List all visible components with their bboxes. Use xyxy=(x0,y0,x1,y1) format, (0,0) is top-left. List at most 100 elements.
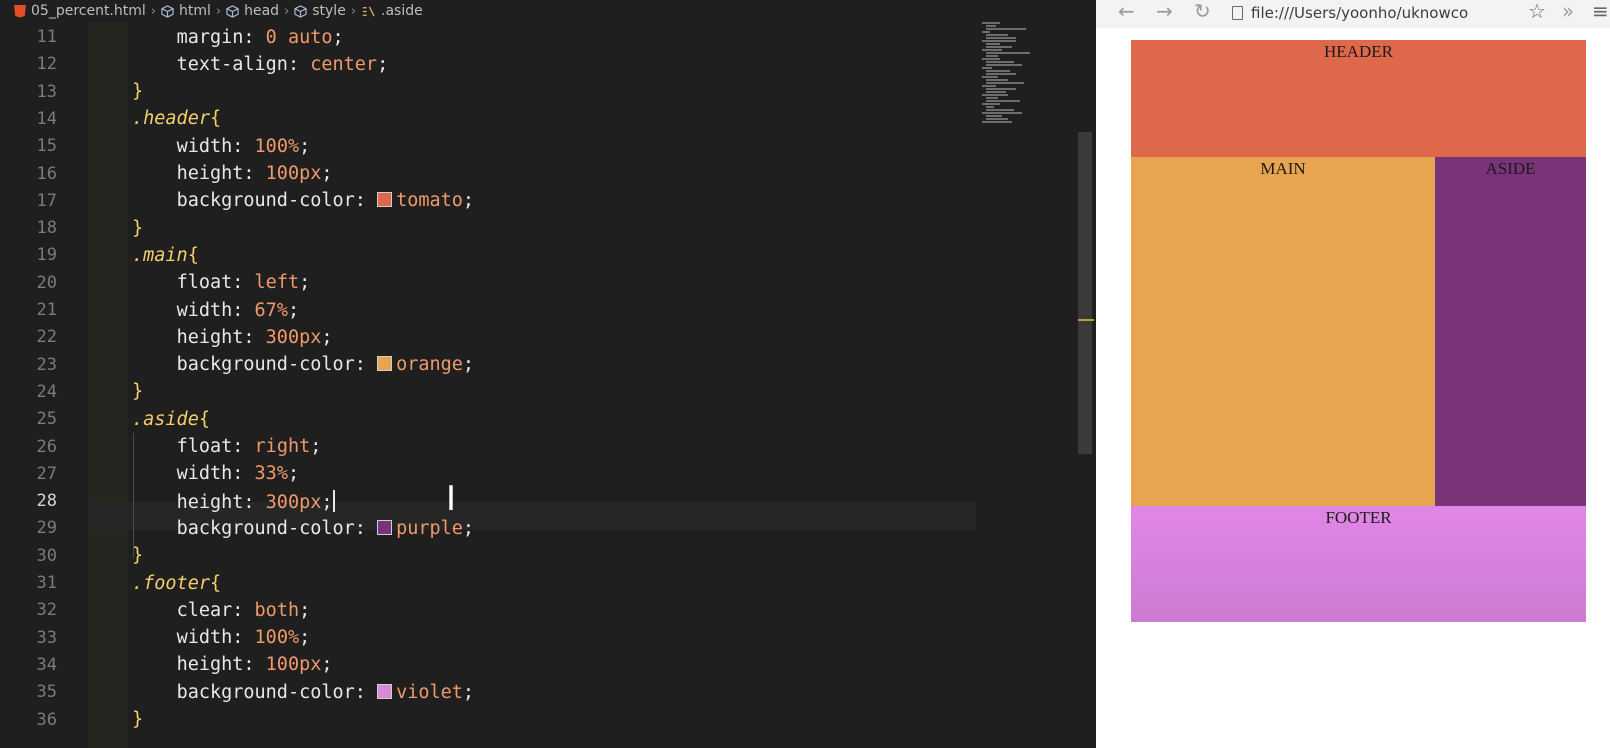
minimap-line xyxy=(986,70,1010,72)
code-line[interactable]: 15 width: 100%; xyxy=(0,132,980,160)
color-swatch-icon[interactable] xyxy=(377,519,393,535)
menu-icon[interactable]: ≡ xyxy=(1592,0,1609,22)
code-text: text-align: center; xyxy=(132,53,389,75)
code-line[interactable]: 19 .main{ xyxy=(0,241,980,269)
code-text: float: right; xyxy=(132,436,322,457)
line-number: 36 xyxy=(36,709,57,730)
code-token: : xyxy=(232,299,255,321)
code-text: .header{ xyxy=(132,108,221,129)
star-icon[interactable]: ☆ xyxy=(1528,0,1546,22)
code-token: : xyxy=(354,354,378,376)
code-line[interactable]: 13} xyxy=(0,78,980,106)
minimap-line xyxy=(986,37,1016,39)
code-token: right xyxy=(254,436,311,457)
ibeam-cursor-icon: I xyxy=(446,479,457,519)
code-line[interactable]: 27 width: 33%; xyxy=(0,460,980,488)
code-token: ; xyxy=(321,491,333,513)
color-swatch-icon[interactable] xyxy=(377,356,393,372)
code-line[interactable]: 20 float: left; xyxy=(0,269,980,297)
code-token: float xyxy=(176,436,233,457)
code-token: ; xyxy=(462,190,475,212)
code-token: } xyxy=(132,709,144,730)
line-number: 20 xyxy=(36,272,57,293)
code-token: ; xyxy=(321,326,333,348)
color-swatch-icon[interactable] xyxy=(377,192,393,208)
chevrons-icon[interactable]: » xyxy=(1562,0,1574,22)
minimap[interactable] xyxy=(982,22,1082,142)
code-line[interactable]: 21 width: 67%; xyxy=(0,296,980,324)
code-editor[interactable]: 05_percent.html › html › head › style › … xyxy=(0,0,1096,748)
code-line[interactable]: 12 text-align: center; xyxy=(0,50,980,78)
code-line[interactable]: 24} xyxy=(0,378,980,406)
code-line[interactable]: 14 .header{ xyxy=(0,105,980,133)
reload-icon[interactable]: ↻ xyxy=(1194,0,1211,22)
code-text: background-color: orange; xyxy=(132,354,474,375)
line-number: 14 xyxy=(36,108,57,129)
minimap-line xyxy=(982,22,1000,24)
scrollbar-thumb[interactable] xyxy=(1078,132,1092,454)
minimap-line xyxy=(982,94,1008,96)
back-arrow-icon[interactable]: ← xyxy=(1118,0,1135,22)
breadcrumb-html[interactable]: html xyxy=(161,3,211,19)
minimap-line xyxy=(982,31,990,33)
code-line[interactable]: 36} xyxy=(0,706,980,734)
element-cube-icon xyxy=(161,4,174,18)
code-token: ; xyxy=(462,354,475,376)
code-line[interactable]: 23 background-color: orange; xyxy=(0,351,980,379)
code-token: clear xyxy=(176,599,233,621)
line-number: 17 xyxy=(36,190,57,211)
code-line[interactable]: 26 float: right; xyxy=(0,433,980,461)
code-line[interactable]: 35 background-color: violet; xyxy=(0,678,980,706)
minimap-line xyxy=(986,118,1008,120)
color-swatch-icon[interactable] xyxy=(377,683,393,699)
forward-arrow-icon[interactable]: → xyxy=(1156,0,1173,22)
code-token: ; xyxy=(377,53,389,75)
line-number: 15 xyxy=(36,136,57,157)
code-token: background-color xyxy=(176,354,355,376)
code-text: background-color: violet; xyxy=(132,682,474,703)
code-token: : xyxy=(243,654,266,676)
code-text: .aside{ xyxy=(132,409,210,430)
code-token: : xyxy=(354,190,378,212)
breadcrumb-head[interactable]: head xyxy=(226,3,279,19)
code-line[interactable]: 16 height: 100px; xyxy=(0,160,980,188)
code-token: : xyxy=(354,681,378,703)
code-token: ; xyxy=(332,26,344,48)
minimap-line xyxy=(982,76,998,78)
code-line[interactable]: 33 width: 100%; xyxy=(0,624,980,652)
code-line[interactable]: 28 height: 300px; xyxy=(0,487,980,515)
code-line[interactable]: 30} xyxy=(0,542,980,570)
code-text: height: 100px; xyxy=(132,163,333,184)
line-number: 34 xyxy=(36,654,57,675)
code-token: purple xyxy=(396,517,463,539)
address-bar[interactable]: file:///Users/yoonho/uknowco xyxy=(1232,0,1610,26)
html5-icon xyxy=(14,4,26,18)
code-line[interactable]: 31 .footer{ xyxy=(0,569,980,597)
line-number: 21 xyxy=(36,300,57,320)
code-line[interactable]: 17 background-color: tomato; xyxy=(0,187,980,215)
breadcrumb-style[interactable]: style xyxy=(294,3,346,19)
demo-footer-label: FOOTER xyxy=(1325,508,1392,527)
code-token: violet xyxy=(396,681,463,703)
code-token: ; xyxy=(310,436,322,457)
breadcrumb-file[interactable]: 05_percent.html xyxy=(14,3,146,19)
code-line[interactable]: 22 height: 300px; xyxy=(0,323,980,351)
breadcrumb-aside[interactable]: .aside xyxy=(361,3,423,19)
minimap-line xyxy=(986,61,1014,63)
code-line[interactable]: 32 clear: both; xyxy=(0,596,980,624)
minimap-line xyxy=(986,25,996,27)
line-number: 13 xyxy=(36,81,57,102)
code-line[interactable]: 11 margin: 0 auto; xyxy=(0,23,980,51)
code-line[interactable]: 29 background-color: purple; xyxy=(0,514,980,542)
code-line[interactable]: 34 height: 100px; xyxy=(0,651,980,679)
code-token: ; xyxy=(299,272,311,294)
line-number: 19 xyxy=(36,245,57,266)
code-text: float: left; xyxy=(132,272,311,294)
code-line[interactable]: 25 .aside{ xyxy=(0,405,980,433)
code-token: tomato xyxy=(396,190,463,212)
code-line[interactable]: 18} xyxy=(0,214,980,242)
